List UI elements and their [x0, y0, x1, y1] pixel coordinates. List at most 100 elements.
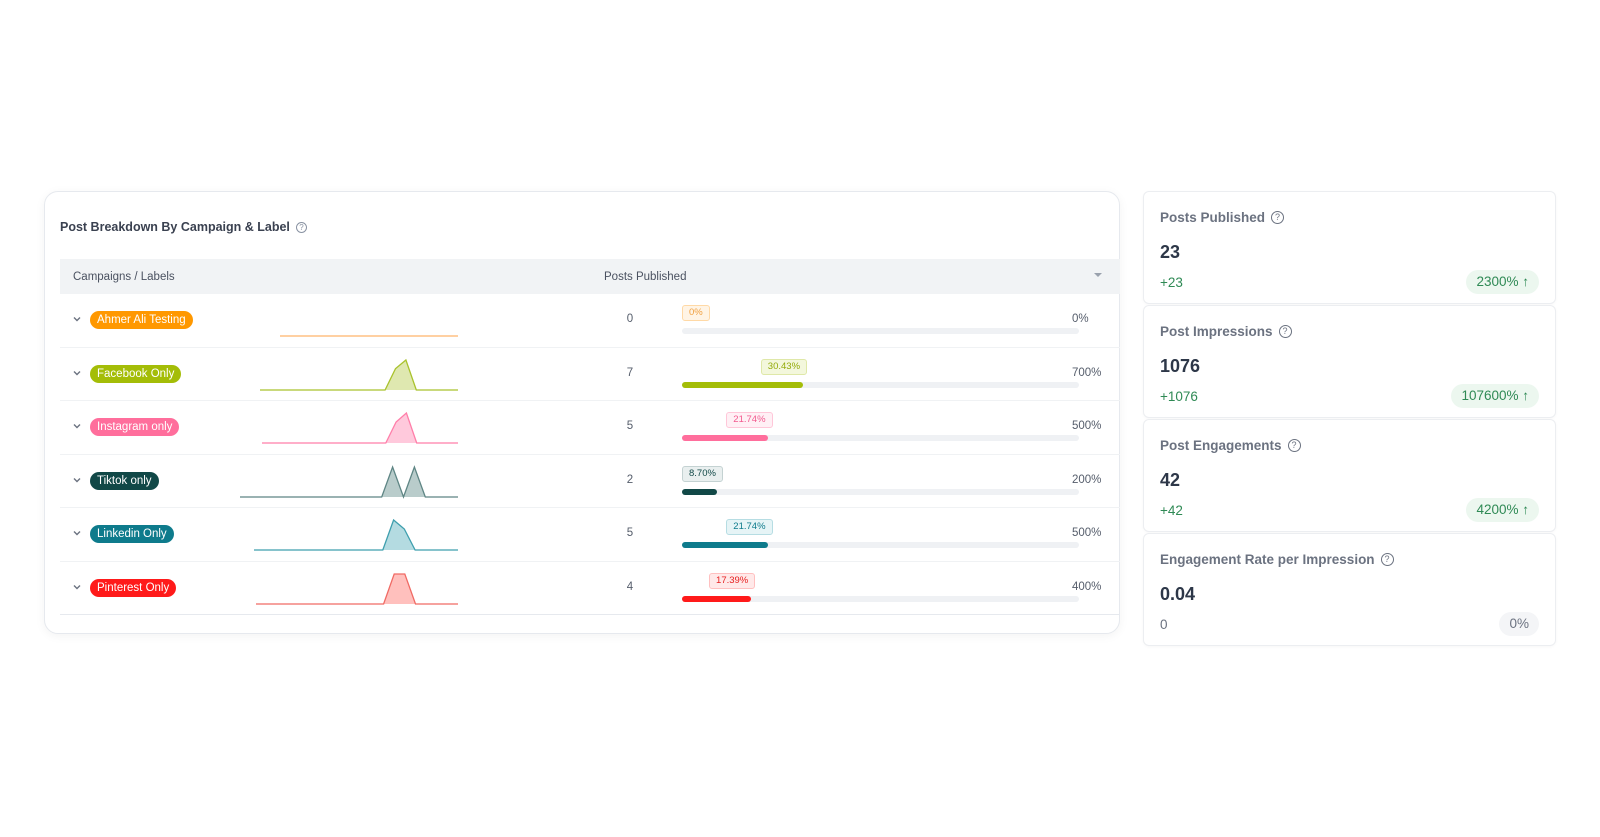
- stat-value: 42: [1160, 470, 1181, 490]
- share-percent-tag: 21.74%: [726, 519, 773, 535]
- stat-delta: 0: [1160, 617, 1168, 632]
- share-progress-fill: [682, 595, 752, 602]
- stat-card: Post Engagements ? 42 +42 4200% ↑: [1143, 419, 1556, 532]
- sparkline: [280, 335, 458, 337]
- growth-percent: 200%: [1072, 473, 1102, 486]
- card-title-text: Post Breakdown By Campaign & Label: [60, 220, 290, 234]
- chevron-down-icon[interactable]: [72, 475, 82, 485]
- stat-delta: +1076: [1160, 389, 1198, 404]
- sparkline: [254, 518, 458, 551]
- column-header-posts-published[interactable]: Posts Published: [604, 271, 686, 283]
- posts-count: 0: [626, 313, 634, 325]
- share-percent-tag: 17.39%: [709, 572, 756, 589]
- share-progress-bar: [682, 328, 1079, 334]
- help-icon[interactable]: ?: [1278, 325, 1292, 338]
- stat-card: Posts Published ? 23 +23 2300% ↑: [1143, 191, 1556, 304]
- stat-change-badge: 0%: [1499, 612, 1539, 636]
- chevron-down-icon[interactable]: [72, 421, 82, 431]
- stat-title: Engagement Rate per Impression ?: [1160, 552, 1394, 567]
- share-progress-bar: [682, 542, 1079, 548]
- stat-card: Engagement Rate per Impression ? 0.04 0 …: [1143, 533, 1556, 646]
- campaign-label-pill[interactable]: Tiktok only: [90, 471, 159, 490]
- growth-percent: 500%: [1072, 420, 1102, 432]
- stat-delta: +42: [1160, 503, 1183, 518]
- share-progress-fill: [682, 435, 769, 441]
- share-progress-bar: [682, 435, 1079, 441]
- sparkline-area: [256, 573, 458, 604]
- sparkline-area: [260, 359, 458, 390]
- campaign-label-pill[interactable]: Linkedin Only: [90, 525, 174, 543]
- stat-change-badge: 2300% ↑: [1466, 270, 1539, 294]
- sparkline: [256, 572, 458, 605]
- sparkline-area: [262, 413, 458, 443]
- stat-change-badge: 4200% ↑: [1466, 498, 1539, 522]
- growth-percent: 400%: [1072, 580, 1102, 593]
- table-body: Ahmer Ali Testing 0 0% 0% Facebook Only …: [60, 294, 1120, 615]
- share-progress-bar: [682, 488, 1079, 495]
- growth-percent: 0%: [1072, 313, 1089, 325]
- stat-delta: +23: [1160, 275, 1183, 290]
- share-progress-fill: [682, 542, 769, 548]
- card-title: Post Breakdown By Campaign & Label ?: [60, 220, 307, 234]
- sparkline-area: [254, 520, 458, 550]
- breakdown-table: Campaigns / Labels Posts Published Ahmer…: [60, 259, 1120, 615]
- table-row[interactable]: Linkedin Only 5 21.74% 500%: [60, 508, 1120, 562]
- sparkline-line: [260, 358, 458, 391]
- posts-count: 5: [626, 527, 634, 539]
- stat-title-text: Posts Published: [1160, 210, 1266, 225]
- stat-title-text: Engagement Rate per Impression: [1160, 552, 1375, 567]
- stat-title: Post Engagements ?: [1160, 438, 1301, 453]
- campaign-label-pill[interactable]: Pinterest Only: [90, 578, 177, 597]
- sparkline: [240, 464, 458, 499]
- stat-value: 23: [1160, 242, 1181, 262]
- table-header: Campaigns / Labels Posts Published: [60, 259, 1120, 294]
- stat-value: 0.04: [1160, 584, 1196, 604]
- stat-value: 1076: [1160, 356, 1201, 376]
- help-icon[interactable]: ?: [1380, 553, 1394, 566]
- share-progress-fill: [682, 488, 717, 495]
- campaign-label-pill[interactable]: Ahmer Ali Testing: [90, 311, 193, 329]
- table-row[interactable]: Ahmer Ali Testing 0 0% 0%: [60, 294, 1120, 348]
- posts-count: 5: [626, 420, 634, 432]
- table-row[interactable]: Facebook Only 7 30.43% 700%: [60, 348, 1120, 401]
- table-row[interactable]: Tiktok only 2 8.70% 200%: [60, 455, 1120, 508]
- stat-card: Post Impressions ? 1076 +1076 107600% ↑: [1143, 305, 1556, 418]
- posts-count: 7: [626, 366, 634, 379]
- share-progress-bar: [682, 595, 1079, 602]
- table-row[interactable]: Pinterest Only 4 17.39% 400%: [60, 562, 1120, 615]
- posts-count: 4: [626, 580, 634, 593]
- stat-change-badge: 107600% ↑: [1451, 384, 1539, 408]
- sort-caret-icon[interactable]: [1094, 273, 1102, 277]
- stat-title-text: Post Impressions: [1160, 324, 1273, 339]
- post-breakdown-card: Post Breakdown By Campaign & Label ? Cam…: [44, 191, 1120, 634]
- help-icon[interactable]: ?: [295, 221, 307, 233]
- sparkline-line: [262, 411, 458, 444]
- share-percent-tag: 21.74%: [726, 412, 773, 428]
- chevron-down-icon[interactable]: [72, 528, 82, 538]
- share-percent-tag: 0%: [682, 305, 710, 321]
- campaign-label-pill[interactable]: Facebook Only: [90, 364, 182, 383]
- help-icon[interactable]: ?: [1271, 211, 1285, 224]
- chevron-down-icon[interactable]: [72, 582, 82, 592]
- sparkline-line: [240, 464, 458, 499]
- campaign-label-pill[interactable]: Instagram only: [90, 418, 180, 436]
- sparkline: [260, 358, 458, 391]
- share-percent-tag: 30.43%: [760, 358, 808, 375]
- sparkline-line: [256, 572, 458, 605]
- stats-column: Posts Published ? 23 +23 2300% ↑ Post Im…: [1143, 191, 1556, 647]
- table-row[interactable]: Instagram only 5 21.74% 500%: [60, 401, 1120, 455]
- stat-title: Post Impressions ?: [1160, 324, 1292, 339]
- stat-title-text: Post Engagements: [1160, 438, 1282, 453]
- growth-percent: 500%: [1072, 527, 1102, 539]
- help-icon[interactable]: ?: [1287, 439, 1301, 452]
- sparkline-area: [240, 466, 458, 497]
- sparkline-line: [254, 518, 458, 551]
- share-progress-fill: [682, 381, 803, 388]
- column-header-campaigns: Campaigns / Labels: [73, 270, 175, 283]
- stat-title: Posts Published ?: [1160, 210, 1285, 225]
- share-progress-bar: [682, 381, 1079, 388]
- chevron-down-icon[interactable]: [72, 368, 82, 378]
- posts-count: 2: [626, 473, 634, 486]
- chevron-down-icon[interactable]: [72, 314, 82, 324]
- sparkline: [262, 411, 458, 444]
